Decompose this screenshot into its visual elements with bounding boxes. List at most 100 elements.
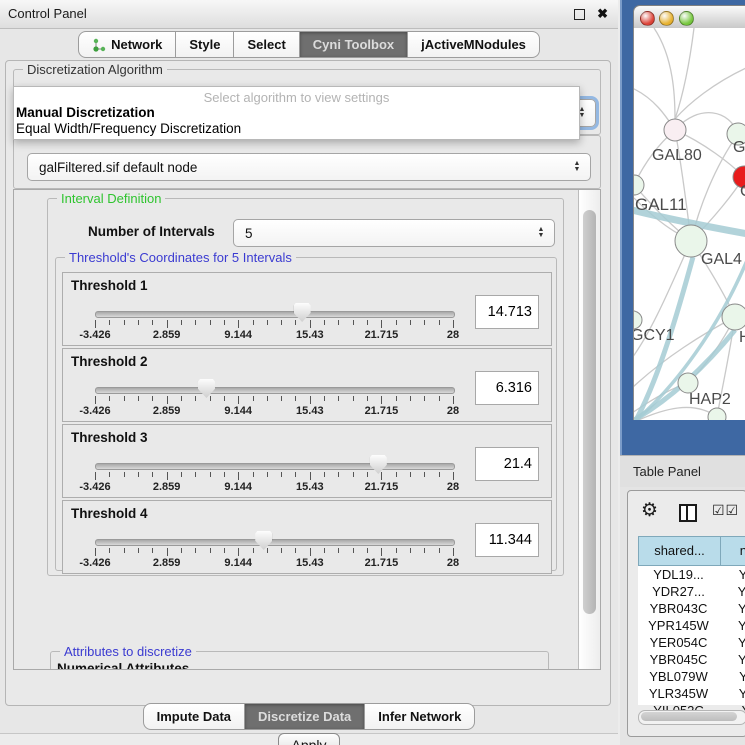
number-of-intervals-combobox[interactable]: 5 ▲▼ <box>233 219 555 247</box>
threshold-value-field[interactable]: 21.4 <box>475 447 539 481</box>
threshold-value-field[interactable]: 14.713 <box>475 295 539 329</box>
slider-tick <box>138 396 139 401</box>
tab-impute-data[interactable]: Impute Data <box>143 703 245 730</box>
table-cell[interactable]: YBR0 <box>720 600 745 617</box>
network-node[interactable] <box>664 119 686 141</box>
settings-scrollbar[interactable] <box>578 190 600 669</box>
zoom-button[interactable] <box>679 11 694 26</box>
slider-tick <box>95 548 96 556</box>
tab-network[interactable]: Network <box>78 31 176 58</box>
table-cell[interactable]: YLR3 <box>720 685 745 702</box>
slider-track[interactable] <box>95 463 455 470</box>
top-tab-bar: Network Style SelectCyni ToolboxjActiveMNo… <box>0 31 618 58</box>
tab-jactivemnodules[interactable]: jActiveMNodules <box>408 31 540 58</box>
table-cell[interactable]: YBR043C <box>638 600 719 617</box>
tick-label: 2.859 <box>153 481 181 493</box>
network-window-titlebar[interactable] <box>633 5 745 30</box>
table-cell[interactable]: YLR345W <box>638 685 719 702</box>
table-cell[interactable]: YDR27... <box>638 583 719 600</box>
slider-tick <box>453 548 454 556</box>
tab-style[interactable]: Style <box>176 31 234 58</box>
table-data-combobox[interactable]: galFiltered.sif default node ▲▼ <box>27 153 591 181</box>
slider-thumb[interactable] <box>255 531 272 550</box>
algorithm-option[interactable]: Manual Discretization <box>14 105 579 121</box>
checkbox-icons[interactable]: ☑☑ <box>712 502 739 519</box>
table-cell[interactable]: YDL19... <box>638 566 719 583</box>
network-node[interactable] <box>722 304 745 330</box>
gear-icon[interactable]: ⚙ <box>641 499 658 522</box>
slider-tick <box>224 396 225 401</box>
tab-label: Impute Data <box>157 704 231 729</box>
slider-tick <box>195 472 196 477</box>
slider-tick <box>324 320 325 325</box>
stepper-arrows-icon: ▲▼ <box>532 227 550 239</box>
slider-tick <box>295 548 296 553</box>
tab-cyni-toolbox[interactable]: Cyni Toolbox <box>300 31 408 58</box>
threshold-coordinates-group: Threshold's Coordinates for 5 Intervals … <box>55 257 557 571</box>
slider-tick <box>338 472 339 477</box>
popup-options: Manual DiscretizationEqual Width/Frequen… <box>14 105 579 137</box>
settings-scrollbar-thumb[interactable] <box>583 210 596 614</box>
table-cell[interactable]: YBL079W <box>638 668 719 685</box>
slider-tick <box>167 472 168 480</box>
table-cell[interactable]: YPR145W <box>638 617 719 634</box>
float-window-icon[interactable] <box>574 9 585 20</box>
slider-tick <box>210 548 211 553</box>
slider-track[interactable] <box>95 311 455 318</box>
table-cell[interactable]: YDL1 <box>720 566 745 583</box>
threshold-value-field[interactable]: 11.344 <box>475 523 539 557</box>
slider-tick <box>238 548 239 556</box>
tab-infer-network[interactable]: Infer Network <box>365 703 475 730</box>
table-cell[interactable]: YBR0 <box>720 651 745 668</box>
table-cell[interactable]: YDR2 <box>720 583 745 600</box>
slider-tick <box>109 472 110 477</box>
table-cell[interactable]: YBL0 <box>720 668 745 685</box>
table-horizontal-scrollbar[interactable] <box>638 710 745 725</box>
slider-tick <box>181 320 182 325</box>
slider-tick <box>396 472 397 477</box>
table-cell[interactable]: YER054C <box>638 634 719 651</box>
table-column-header[interactable]: name <box>720 536 745 566</box>
threshold-slider[interactable]: -3.4262.8599.14415.4321.71528 <box>95 273 453 345</box>
table-cell[interactable]: YBR045C <box>638 651 719 668</box>
threshold-panel: Threshold 2-3.4262.8599.14415.4321.71528… <box>62 348 552 422</box>
close-button[interactable] <box>640 11 655 26</box>
table-column-header[interactable]: shared... <box>638 536 721 566</box>
network-node[interactable] <box>634 175 644 195</box>
table-hscroll-thumb[interactable] <box>641 712 737 721</box>
tab-select[interactable]: Select <box>234 31 299 58</box>
tab-label: Style <box>189 32 220 57</box>
threshold-slider[interactable]: -3.4262.8599.14415.4321.71528 <box>95 349 453 421</box>
slider-tick <box>324 396 325 401</box>
slider-tick <box>439 548 440 553</box>
close-icon[interactable]: ✖ <box>597 6 608 22</box>
slider-tick <box>453 320 454 328</box>
tick-label: 2.859 <box>153 405 181 417</box>
apply-button[interactable]: Apply <box>278 733 340 745</box>
network-view-canvas[interactable]: GAL80GAGAL11CGAL4GCY1HHAP2 <box>633 28 745 420</box>
table-cell[interactable]: YER0 <box>720 634 745 651</box>
slider-track[interactable] <box>95 387 455 394</box>
slider-tick <box>310 396 311 404</box>
slider-tick <box>367 396 368 401</box>
slider-tick <box>295 396 296 401</box>
slider-tick <box>195 396 196 401</box>
slider-tick <box>109 548 110 553</box>
threshold-slider[interactable]: -3.4262.8599.14415.4321.71528 <box>95 501 453 573</box>
slider-tick <box>439 396 440 401</box>
split-columns-icon[interactable] <box>679 504 697 522</box>
minimize-button[interactable] <box>659 11 674 26</box>
table-cell[interactable]: YPR1 <box>720 617 745 634</box>
algorithm-option[interactable]: Equal Width/Frequency Discretization <box>14 121 579 137</box>
algorithm-dropdown-popup: Select algorithm to view settings Manual… <box>13 86 580 140</box>
threshold-value-field[interactable]: 6.316 <box>475 371 539 405</box>
slider-track[interactable] <box>95 539 455 546</box>
tab-discretize-data[interactable]: Discretize Data <box>245 703 365 730</box>
network-node[interactable] <box>678 373 698 393</box>
slider-tick <box>381 472 382 480</box>
tick-label: 21.715 <box>365 481 399 493</box>
slider-thumb[interactable] <box>370 455 387 474</box>
network-node[interactable] <box>708 408 726 420</box>
slider-thumb[interactable] <box>198 379 215 398</box>
threshold-slider[interactable]: -3.4262.8599.14415.4321.71528 <box>95 425 453 497</box>
